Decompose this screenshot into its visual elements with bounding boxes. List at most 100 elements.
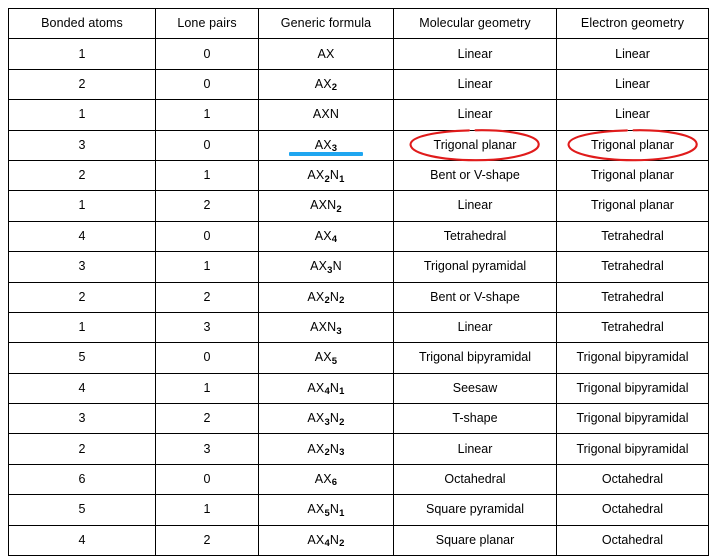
formula-lonepair-symbol: N (329, 380, 340, 395)
cell-electron-geometry: Trigonal bipyramidal (556, 342, 709, 374)
table-row: 4 1 AX4N1 Seesaw Trigonal bipyramidal (8, 372, 709, 405)
formula-base: AX (310, 259, 328, 274)
formula-subscript-x: 5 (331, 355, 338, 367)
cell-electron-geometry: Trigonal planar (556, 190, 709, 222)
cell-lone-pairs: 2 (155, 190, 259, 222)
cell-generic-formula: AX3N (258, 251, 394, 283)
column-header-electron-geometry: Electron geometry (556, 7, 709, 40)
geometry-label: Tetrahedral (601, 259, 664, 274)
table-row: 3 0 AX3 Trigonal planar Trigonal planar (8, 129, 709, 162)
geometry-label: Linear (615, 76, 650, 91)
formula-subscript-n: 2 (339, 295, 345, 307)
cell-electron-geometry: Tetrahedral (556, 220, 709, 253)
geometry-label: Trigonal bipyramidal (576, 380, 689, 395)
table-row: 1 1 AXN Linear Linear (8, 99, 709, 131)
highlight-underline-annotation (289, 151, 363, 156)
cell-molecular-geometry: Bent or V-shape (393, 159, 557, 192)
formula-base: AX (307, 289, 325, 304)
cell-bonded-atoms: 2 (8, 433, 156, 465)
formula-base: AX (314, 137, 332, 152)
cell-bonded-atoms: 3 (8, 129, 156, 161)
geometry-label: Linear (615, 46, 650, 61)
cell-lone-pairs: 1 (155, 251, 259, 283)
cell-lone-pairs: 0 (155, 129, 259, 161)
geometry-label: Linear (615, 107, 650, 122)
cell-electron-geometry: Octahedral (556, 463, 709, 496)
formula-lonepair-symbol: N (329, 107, 340, 122)
cell-generic-formula: AX2N3 (258, 433, 394, 465)
cell-generic-formula: AX6 (258, 463, 394, 496)
cell-lone-pairs: 1 (155, 99, 259, 131)
vsepr-table-container: Bonded atoms Lone pairs Generic formula … (8, 7, 709, 556)
geometry-label: Trigonal bipyramidal (576, 350, 689, 365)
cell-bonded-atoms: 4 (8, 220, 156, 253)
cell-electron-geometry: Trigonal planar (556, 159, 709, 192)
formula-base: AX (307, 502, 325, 517)
cell-lone-pairs: 3 (155, 433, 259, 465)
formula-subscript-n: 2 (336, 203, 342, 215)
formula-subscript-x: 5 (324, 507, 330, 519)
cell-lone-pairs: 0 (155, 342, 259, 374)
geometry-label: Linear (457, 198, 493, 213)
formula-subscript-x: 4 (324, 538, 330, 550)
cell-lone-pairs: 0 (155, 68, 259, 101)
cell-lone-pairs: 2 (155, 281, 259, 313)
geometry-label: Octahedral (601, 471, 664, 486)
table-row: 6 0 AX6 Octahedral Octahedral (8, 463, 709, 496)
cell-generic-formula: AXN2 (258, 190, 394, 222)
cell-bonded-atoms: 5 (8, 494, 156, 526)
formula-base: AX (307, 380, 325, 395)
column-header-lone-pairs: Lone pairs (155, 7, 259, 40)
cell-electron-geometry: Linear (556, 68, 709, 101)
geometry-label: Square pyramidal (426, 502, 524, 517)
table-row: 3 1 AX3N Trigonal pyramidal Tetrahedral (8, 251, 709, 283)
cell-lone-pairs: 3 (155, 311, 259, 344)
formula-subscript-n: 2 (339, 416, 345, 428)
formula-subscript-n: 1 (339, 173, 345, 185)
cell-generic-formula: AX4N1 (258, 372, 394, 405)
geometry-label: Tetrahedral (443, 228, 507, 243)
header-row: Bonded atoms Lone pairs Generic formula … (8, 7, 709, 40)
geometry-label: Trigonal pyramidal (423, 259, 527, 274)
formula-base: AX (314, 228, 332, 243)
geometry-label: Linear (457, 76, 493, 91)
geometry-label: Bent or V-shape (430, 289, 520, 304)
formula-lonepair-symbol: N (329, 441, 340, 456)
formula-subscript-x: 2 (331, 82, 338, 94)
table-row: 5 1 AX5N1 Square pyramidal Octahedral (8, 494, 709, 526)
geometry-label: Tetrahedral (601, 228, 664, 243)
cell-lone-pairs: 0 (155, 38, 259, 70)
table-row: 1 2 AXN2 Linear Trigonal planar (8, 190, 709, 222)
geometry-label: Trigonal bipyramidal (576, 441, 689, 456)
table-row: 1 3 AXN3 Linear Tetrahedral (8, 311, 709, 344)
table-row: 4 0 AX4 Tetrahedral Tetrahedral (8, 220, 709, 253)
cell-generic-formula: AXN (258, 99, 394, 131)
formula-subscript-x: 2 (324, 173, 330, 185)
column-header-molecular-geometry: Molecular geometry (393, 7, 557, 40)
cell-lone-pairs: 1 (155, 372, 259, 405)
formula-base: AX (317, 46, 335, 61)
cell-bonded-atoms: 2 (8, 68, 156, 101)
geometry-label: Square planar (435, 532, 515, 547)
geometry-label: Linear (457, 320, 493, 335)
formula-subscript-n: 1 (339, 386, 345, 398)
cell-electron-geometry: Tetrahedral (556, 311, 709, 344)
formula-subscript-n: 2 (339, 538, 345, 550)
formula-subscript-x: 2 (324, 295, 330, 307)
geometry-label: Linear (457, 441, 493, 456)
geometry-label: Seesaw (452, 380, 498, 395)
formula-subscript-x: 3 (324, 416, 330, 428)
formula-lonepair-symbol: N (329, 411, 340, 426)
geometry-label: Octahedral (601, 502, 664, 517)
cell-generic-formula: AX2N1 (258, 159, 394, 192)
geometry-label: Trigonal bipyramidal (576, 411, 689, 426)
formula-base: AX (314, 76, 332, 91)
cell-molecular-geometry: Trigonal planar (393, 129, 557, 162)
formula-base: AX (307, 441, 325, 456)
formula-base: AX (310, 320, 328, 335)
cell-bonded-atoms: 1 (8, 99, 156, 131)
cell-molecular-geometry: Bent or V-shape (393, 281, 557, 313)
table-row: 3 2 AX3N2 T-shape Trigonal bipyramidal (8, 403, 709, 435)
formula-base: AX (307, 168, 325, 183)
cell-electron-geometry: Tetrahedral (556, 251, 709, 283)
